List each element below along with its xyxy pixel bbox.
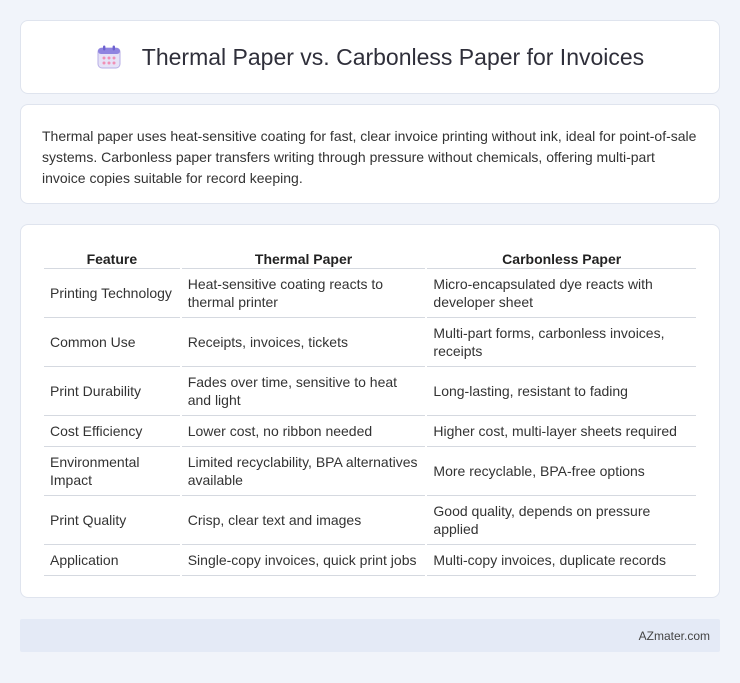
title-card: Thermal Paper vs. Carbonless Paper for I…	[20, 20, 720, 94]
feature-cell: Common Use	[44, 318, 180, 367]
thermal-cell: Limited recyclability, BPA alternatives …	[181, 447, 426, 496]
feature-cell: Environmental Impact	[44, 447, 180, 496]
feature-cell: Print Durability	[44, 367, 180, 416]
table-row: Cost Efficiency Lower cost, no ribbon ne…	[44, 416, 696, 447]
feature-cell: Application	[44, 545, 180, 576]
table-row: Printing Technology Heat-sensitive coati…	[44, 269, 696, 318]
thermal-cell: Fades over time, sensitive to heat and l…	[181, 367, 426, 416]
carbonless-cell: More recyclable, BPA-free options	[427, 447, 696, 496]
comparison-table: Feature Thermal Paper Carbonless Paper P…	[42, 245, 698, 576]
thermal-cell: Heat-sensitive coating reacts to thermal…	[181, 269, 426, 318]
header-thermal-paper: Thermal Paper	[181, 245, 426, 269]
carbonless-cell: Higher cost, multi-layer sheets required	[427, 416, 696, 447]
table-row: Print Durability Fades over time, sensit…	[44, 367, 696, 416]
table-row: Print Quality Crisp, clear text and imag…	[44, 496, 696, 545]
feature-cell: Printing Technology	[44, 269, 180, 318]
carbonless-cell: Long-lasting, resistant to fading	[427, 367, 696, 416]
carbonless-cell: Good quality, depends on pressure applie…	[427, 496, 696, 545]
table-header-row: Feature Thermal Paper Carbonless Paper	[44, 245, 696, 269]
thermal-cell: Crisp, clear text and images	[181, 496, 426, 545]
header-feature: Feature	[44, 245, 180, 269]
page-title: Thermal Paper vs. Carbonless Paper for I…	[141, 43, 645, 70]
carbonless-cell: Multi-part forms, carbonless invoices, r…	[427, 318, 696, 367]
carbonless-cell: Multi-copy invoices, duplicate records	[427, 545, 696, 576]
table-row: Environmental Impact Limited recyclabili…	[44, 447, 696, 496]
table-row: Application Single-copy invoices, quick …	[44, 545, 696, 576]
thermal-cell: Receipts, invoices, tickets	[181, 318, 426, 367]
comparison-card: Feature Thermal Paper Carbonless Paper P…	[20, 224, 720, 598]
header-carbonless-paper: Carbonless Paper	[427, 245, 696, 269]
thermal-cell: Single-copy invoices, quick print jobs	[181, 545, 426, 576]
intro-text: Thermal paper uses heat-sensitive coatin…	[42, 128, 697, 186]
table-row: Common Use Receipts, invoices, tickets M…	[44, 318, 696, 367]
feature-cell: Print Quality	[44, 496, 180, 545]
footer: AZmater.com	[20, 619, 720, 652]
intro-card: Thermal paper uses heat-sensitive coatin…	[20, 104, 720, 204]
carbonless-cell: Micro-encapsulated dye reacts with devel…	[427, 269, 696, 318]
feature-cell: Cost Efficiency	[44, 416, 180, 447]
calendar-icon	[97, 45, 121, 69]
thermal-cell: Lower cost, no ribbon needed	[181, 416, 426, 447]
footer-brand: AZmater.com	[638, 628, 710, 643]
